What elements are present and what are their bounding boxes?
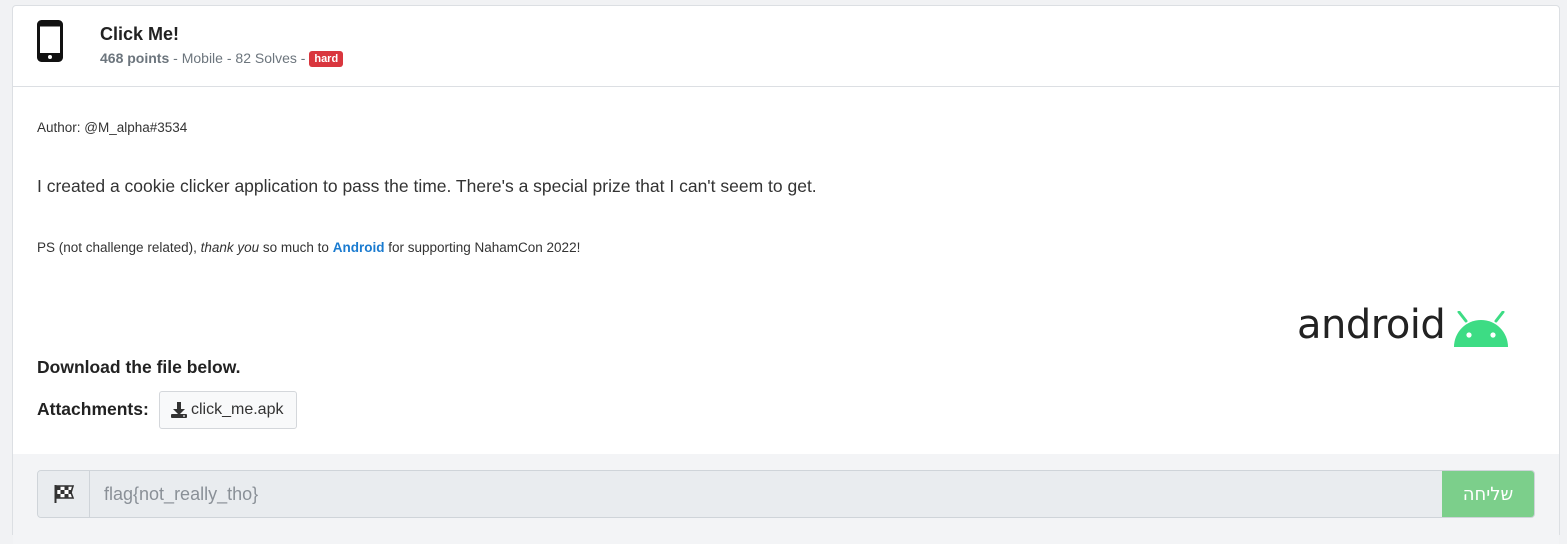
difficulty-badge: hard bbox=[309, 51, 344, 67]
challenge-title: Click Me! bbox=[100, 24, 180, 44]
meta-separator: - bbox=[169, 50, 182, 66]
ps-emphasis: thank you bbox=[200, 240, 260, 255]
mobile-phone-icon bbox=[37, 20, 63, 62]
download-note: Download the file below. bbox=[37, 357, 241, 377]
challenge-author: Author: @M_alpha#3534 bbox=[37, 120, 188, 135]
flag-submission-area: שליחה bbox=[13, 454, 1559, 544]
submit-flag-button[interactable]: שליחה bbox=[1442, 471, 1534, 517]
ps-middle: so much to bbox=[259, 240, 333, 255]
ps-prefix: PS (not challenge related), bbox=[37, 240, 201, 255]
challenge-description: I created a cookie clicker application t… bbox=[37, 176, 817, 196]
download-icon bbox=[171, 402, 187, 418]
challenge-category: Mobile bbox=[181, 50, 223, 66]
challenge-header: Click Me! 468 points - Mobile - 82 Solve… bbox=[13, 6, 1559, 87]
attachments-label: Attachments: bbox=[37, 399, 149, 419]
flag-addon bbox=[38, 471, 90, 517]
flag-input[interactable] bbox=[90, 471, 1442, 517]
ps-note: PS (not challenge related), thank you so… bbox=[37, 240, 580, 255]
android-logo: android bbox=[1297, 303, 1512, 353]
ps-suffix: for supporting NahamCon 2022! bbox=[384, 240, 581, 255]
attachment-file-button[interactable]: click_me.apk bbox=[159, 391, 297, 429]
challenge-card: Click Me! 468 points - Mobile - 82 Solve… bbox=[12, 5, 1560, 544]
checkered-flag-icon bbox=[54, 485, 74, 503]
meta-separator: - bbox=[222, 50, 236, 66]
challenge-meta: 468 points - Mobile - 82 Solves - hard bbox=[100, 50, 344, 67]
attachment-filename: click_me.apk bbox=[191, 401, 284, 418]
android-logo-text: android bbox=[1297, 302, 1446, 348]
meta-separator: - bbox=[296, 50, 310, 66]
android-link[interactable]: Android bbox=[333, 240, 385, 255]
android-head-icon bbox=[1454, 311, 1508, 347]
challenge-points: 468 points bbox=[100, 50, 170, 66]
flag-input-group: שליחה bbox=[37, 470, 1535, 518]
challenge-solves: 82 Solves bbox=[235, 50, 297, 66]
